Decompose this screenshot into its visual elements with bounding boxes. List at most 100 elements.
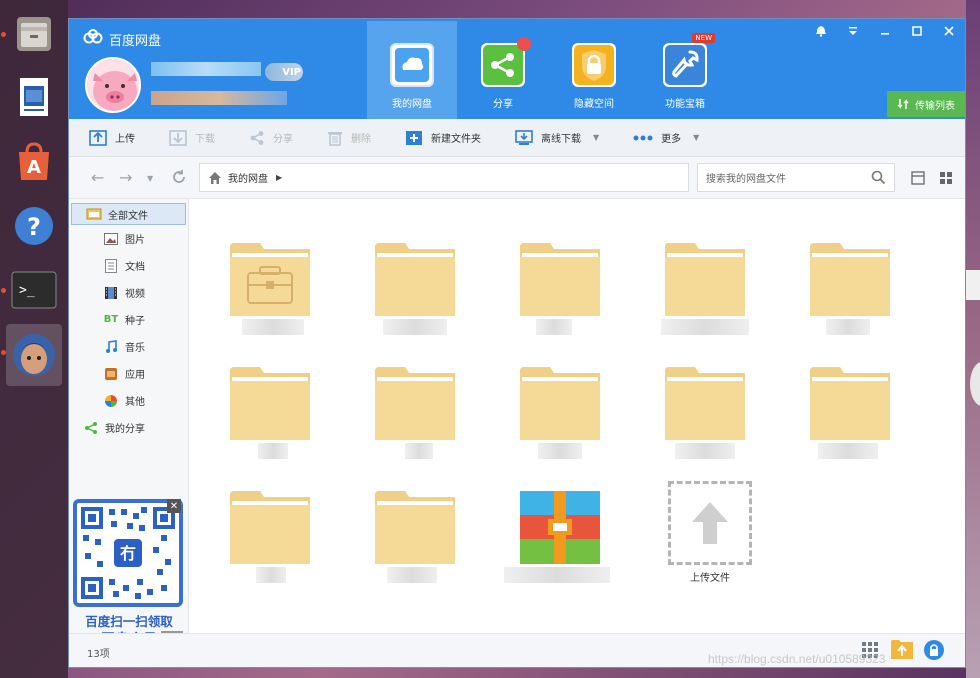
qr-code[interactable]: 冇 [73, 499, 183, 607]
my-share-icon [83, 421, 99, 435]
desktop-icon-peek [970, 362, 980, 406]
transfer-list-label: 传输列表 [915, 100, 955, 112]
sidebar-item-my-share[interactable]: 我的分享 [69, 414, 188, 441]
sidebar-item-label: 文档 [125, 262, 145, 273]
new-folder-button[interactable]: 新建文件夹 [405, 130, 481, 146]
share-button[interactable]: 分享 [249, 130, 293, 146]
new-folder-label: 新建文件夹 [431, 134, 481, 145]
file-item[interactable] [357, 343, 467, 459]
launcher: A ? >_ [0, 0, 68, 678]
launcher-help[interactable]: ? [6, 198, 62, 254]
forward-arrow-icon[interactable]: → [119, 168, 132, 187]
refresh-icon[interactable] [171, 168, 187, 189]
sidebar-item-other[interactable]: 其他 [69, 387, 188, 414]
promo-text[interactable]: 百度扫一扫领取 [77, 611, 181, 630]
upload-file-label[interactable]: 上传文件 [668, 569, 752, 584]
search-input[interactable]: 搜索我的网盘文件 [697, 163, 895, 192]
archive-file-icon [520, 491, 600, 564]
file-name-redacted [504, 567, 610, 583]
minimize-button[interactable] [869, 19, 901, 43]
offline-download-button[interactable]: 离线下载 ▼ [515, 129, 599, 146]
close-button[interactable] [933, 19, 965, 43]
more-label: 更多 [661, 134, 682, 145]
list-view-icon[interactable] [911, 170, 925, 189]
username-redacted [151, 62, 261, 76]
upload-arrow-icon [692, 502, 728, 544]
launcher-baidu-netdisk[interactable] [6, 324, 62, 386]
file-item[interactable] [647, 219, 757, 335]
music-icon [103, 339, 119, 354]
file-item[interactable] [792, 343, 902, 459]
tab-toolbox[interactable]: NEW 功能宝箱 [640, 21, 730, 119]
file-item[interactable] [502, 467, 612, 583]
upload-file-tile[interactable] [668, 481, 752, 565]
upload-icon [89, 129, 107, 146]
notification-bell-button[interactable] [805, 19, 837, 43]
file-item[interactable] [212, 343, 322, 459]
more-button[interactable]: 更多 ▼ [633, 130, 699, 145]
sidebar-item-torrents[interactable]: BT 种子 [69, 306, 188, 333]
tab-label: 隐藏空间 [574, 99, 614, 110]
file-name-redacted [661, 319, 749, 335]
history-dropdown-icon[interactable]: ▼ [147, 174, 153, 183]
search-icon[interactable] [871, 170, 886, 188]
more-dots-icon [633, 135, 653, 141]
upload-folder-icon[interactable] [891, 639, 913, 663]
upload-button[interactable]: 上传 [89, 129, 135, 146]
tab-my-netdisk[interactable]: 我的网盘 [367, 21, 457, 119]
maximize-button[interactable] [901, 19, 933, 43]
sidebar-item-music[interactable]: 音乐 [69, 333, 188, 360]
sidebar-item-label: 视频 [125, 289, 145, 300]
delete-button[interactable]: 删除 [327, 130, 371, 146]
chevron-down-icon: ▼ [693, 133, 700, 142]
file-item[interactable] [792, 219, 902, 335]
file-item[interactable] [647, 343, 757, 459]
vip-badge[interactable]: VIP [265, 63, 303, 81]
sidebar-item-label: 应用 [125, 370, 145, 381]
file-name-redacted [675, 443, 735, 459]
file-item[interactable] [212, 467, 322, 583]
launcher-document-viewer[interactable] [6, 70, 62, 126]
sidebar-item-videos[interactable]: 视频 [69, 279, 188, 306]
back-arrow-icon[interactable]: ← [91, 168, 104, 187]
file-item[interactable] [502, 219, 612, 335]
download-button[interactable]: 下载 [169, 129, 215, 146]
sidebar-item-label: 全部文件 [108, 210, 148, 222]
grid-view-icon[interactable] [939, 170, 953, 189]
launcher-files[interactable] [6, 6, 62, 62]
account-security-icon[interactable] [923, 639, 945, 665]
sidebar-item-documents[interactable]: 文档 [69, 252, 188, 279]
tab-label: 功能宝箱 [665, 99, 705, 110]
launcher-terminal[interactable]: >_ [6, 262, 62, 318]
file-item[interactable] [357, 219, 467, 335]
tab-share[interactable]: 分享 [458, 21, 548, 119]
menu-dropdown-button[interactable] [837, 19, 869, 43]
lock-icon [572, 43, 616, 87]
sidebar-item-all-files[interactable]: 全部文件 [71, 203, 186, 225]
sidebar-item-images[interactable]: 图片 [69, 225, 188, 252]
home-icon[interactable] [208, 171, 222, 185]
cloud-icon [390, 43, 434, 87]
launcher-software-center[interactable]: A [6, 134, 62, 190]
svg-text:冇: 冇 [120, 544, 136, 563]
upload-label: 上传 [115, 134, 135, 145]
file-item[interactable] [357, 467, 467, 583]
tab-hidden-space[interactable]: 隐藏空间 [549, 21, 639, 119]
bt-icon: BT [103, 314, 119, 325]
breadcrumb[interactable]: 我的网盘 ▶ [199, 163, 689, 192]
document-viewer-icon [20, 78, 48, 116]
avatar[interactable] [85, 57, 141, 113]
breadcrumb-arrow-icon[interactable]: ▶ [276, 173, 282, 182]
transfer-list-button[interactable]: 传输列表 [887, 91, 965, 117]
tab-label: 分享 [493, 99, 513, 110]
search-placeholder: 搜索我的网盘文件 [706, 174, 786, 185]
folder-icon [230, 367, 310, 440]
close-promo-button[interactable]: ✕ [167, 499, 181, 513]
file-item[interactable] [212, 219, 322, 335]
app-title: 百度网盘 [109, 33, 162, 49]
help-icon: ? [15, 207, 53, 245]
breadcrumb-item[interactable]: 我的网盘 [228, 170, 268, 185]
files-icon [17, 17, 51, 51]
sidebar-item-apps[interactable]: 应用 [69, 360, 188, 387]
file-item[interactable] [502, 343, 612, 459]
